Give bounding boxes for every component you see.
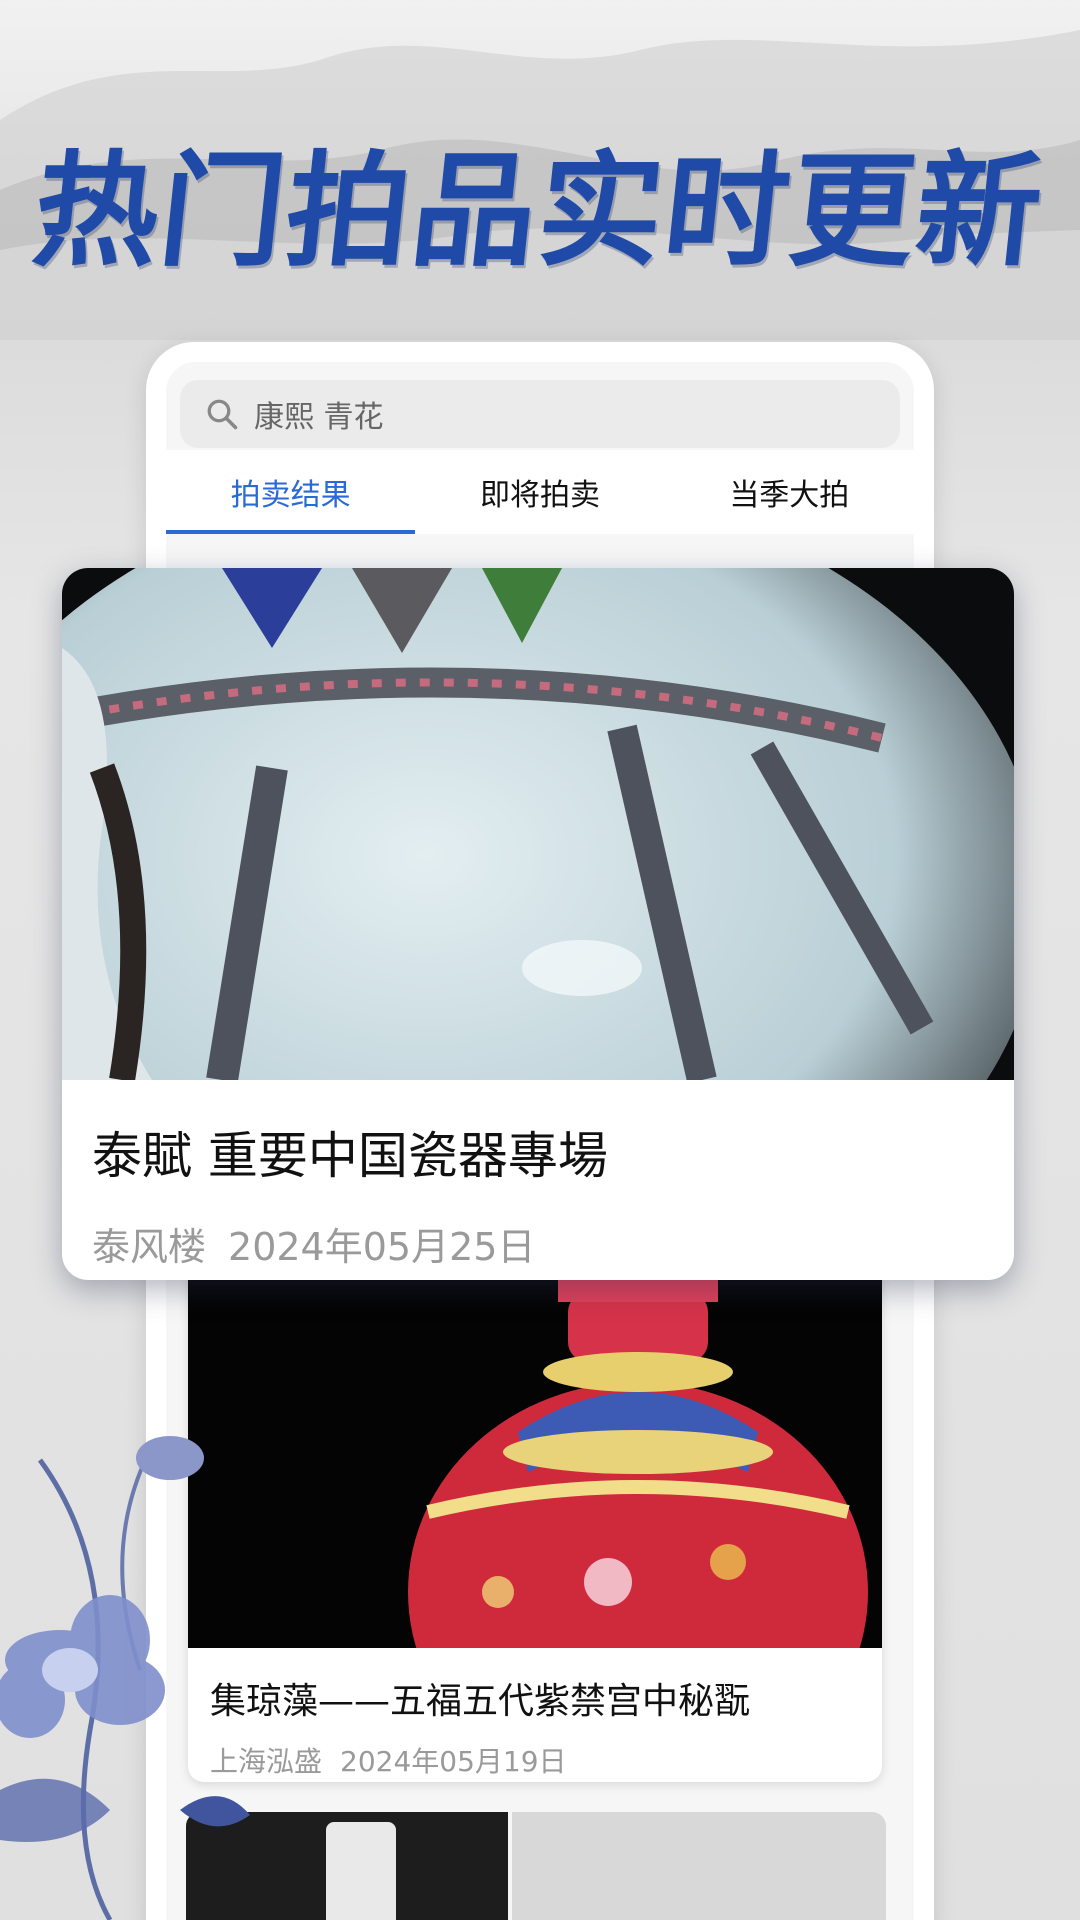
featured-auction-card[interactable]: 泰賦 重要中国瓷器專場 泰风楼 2024年05月25日 bbox=[62, 568, 1014, 1280]
search-bar[interactable]: 康熙 青花 bbox=[180, 380, 900, 448]
auction-title: 集琼藻——五福五代紫禁宫中秘翫 bbox=[210, 1681, 751, 1722]
next-auction-row[interactable] bbox=[186, 1812, 886, 1920]
search-icon bbox=[207, 399, 238, 430]
auction-date: 2024年05月19日 bbox=[340, 1745, 567, 1778]
auction-card[interactable]: 集琼藻——五福五代紫禁宫中秘翫 上海泓盛 2024年05月19日 bbox=[188, 1262, 882, 1782]
featured-title: 泰賦 重要中国瓷器專場 bbox=[92, 1127, 608, 1185]
enamel-porcelain-jar-image bbox=[62, 568, 1014, 1080]
lotus-painting-decoration bbox=[0, 1436, 250, 1920]
featured-meta: 泰风楼 2024年05月25日 bbox=[92, 1216, 535, 1271]
tab-auction-results[interactable]: 拍卖结果 bbox=[166, 450, 416, 534]
headline: 热门拍品实时更新 bbox=[27, 139, 1051, 284]
famille-rose-vase-image bbox=[188, 1262, 882, 1648]
auction-meta: 上海泓盛 2024年05月19日 bbox=[210, 1740, 567, 1780]
catalog-thumbnail bbox=[512, 1812, 886, 1920]
tab-bar: 拍卖结果 即将拍卖 当季大拍 bbox=[166, 450, 914, 534]
tab-season-major-auctions[interactable]: 当季大拍 bbox=[665, 450, 914, 534]
tab-upcoming-auctions[interactable]: 即将拍卖 bbox=[415, 450, 664, 534]
search-input[interactable]: 康熙 青花 bbox=[254, 392, 384, 436]
featured-house: 泰风楼 bbox=[92, 1225, 207, 1269]
featured-date: 2024年05月25日 bbox=[228, 1225, 536, 1269]
